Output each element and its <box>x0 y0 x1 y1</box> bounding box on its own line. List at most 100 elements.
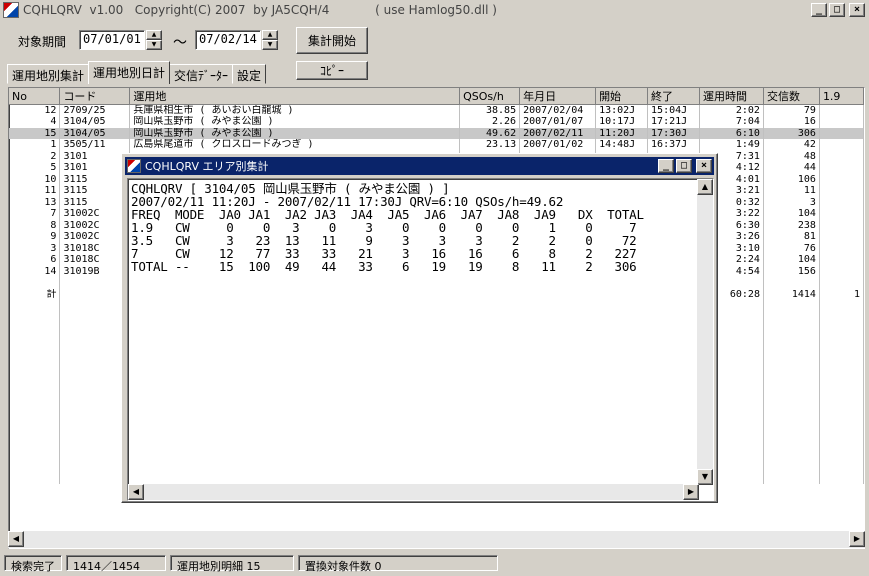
cell-b19 <box>819 139 864 151</box>
cell-count: 306 <box>763 127 820 139</box>
popup-horizontal-scrollbar[interactable]: ◀ ▶ <box>128 484 699 500</box>
status-state: 検索完了 <box>4 555 62 573</box>
maximize-icon[interactable]: □ <box>676 159 692 173</box>
tab-settings[interactable]: 設定 <box>232 64 267 84</box>
grid-horizontal-scrollbar[interactable]: ◀ ▶ <box>8 531 865 548</box>
cell-qsoh: 38.85 <box>459 104 521 116</box>
cell-code: 3115 <box>59 185 131 197</box>
col-count[interactable]: 交信数 <box>763 88 820 105</box>
run-button[interactable]: 集計開始 <box>296 27 368 54</box>
cell-place: 兵庫県相生市 ( あいおい白龍城 ) <box>129 104 461 116</box>
spin-up-icon[interactable]: ▲ <box>262 30 278 40</box>
popup-window-controls: _ □ × <box>658 159 712 173</box>
cell-no: 8 <box>9 219 61 231</box>
cell-qsoh: 23.13 <box>459 139 521 151</box>
popup-text: CQHLQRV [ 3104/05 岡山県玉野市 ( みやま公園 ) ] 200… <box>128 179 713 273</box>
scroll-right-icon[interactable]: ▶ <box>849 531 865 547</box>
cell-code: 3101 <box>59 150 131 162</box>
col-place[interactable]: 運用地 <box>129 88 461 105</box>
popup-vertical-scrollbar[interactable]: ▲ ▼ <box>697 179 713 485</box>
cell-code: 31002C <box>59 208 131 220</box>
cell-end: 15:04J <box>647 104 700 116</box>
cell-no: 12 <box>9 104 61 116</box>
cell-no: 2 <box>9 150 61 162</box>
spin-up-icon[interactable]: ▲ <box>146 30 162 40</box>
cell-no: 13 <box>9 196 61 208</box>
col-no[interactable]: No <box>9 88 61 105</box>
total-label: 計 <box>9 288 61 300</box>
close-icon[interactable]: × <box>849 3 865 17</box>
spin-down-icon[interactable]: ▼ <box>262 40 278 50</box>
cell-b19 <box>819 185 864 197</box>
status-bar: 検索完了 1414／1454 運用地別明細 15 置換対象件数 0 <box>0 553 869 573</box>
cell-date: 2007/02/11 <box>519 127 597 139</box>
minimize-icon[interactable]: _ <box>658 159 674 173</box>
table-row[interactable]: 15 3104/05 岡山県玉野市 ( みやま公園 ) 49.62 2007/02/11… <box>9 127 864 139</box>
cell-count: 76 <box>763 242 820 254</box>
cell-code: 3104/05 <box>59 127 131 139</box>
cell-no: 10 <box>9 173 61 185</box>
scroll-up-icon[interactable]: ▲ <box>697 179 713 195</box>
spin-down-icon[interactable]: ▼ <box>146 40 162 50</box>
app-icon <box>3 2 19 18</box>
date-to-input[interactable]: 07/02/14 <box>195 30 261 50</box>
status-replace-count: 置換対象件数 0 <box>298 555 498 573</box>
table-row[interactable]: 12 2709/25 兵庫県相生市 ( あいおい白龍城 ) 38.85 2007/02/… <box>9 104 864 116</box>
cell-date: 2007/02/04 <box>519 104 597 116</box>
copy-button[interactable]: ｺﾋﾟｰ <box>296 61 368 80</box>
col-qsoh[interactable]: QSOs/h <box>459 88 521 105</box>
date-to-spinner[interactable]: ▲ ▼ <box>262 30 278 50</box>
cell-b19 <box>819 162 864 174</box>
cell-qsoh: 49.62 <box>459 127 521 139</box>
title-bar: CQHLQRV v1.00 Copyright(C) 2007 by JA5CQ… <box>0 0 869 20</box>
cell-time: 2:02 <box>699 104 764 116</box>
cell-no: 1 <box>9 139 61 151</box>
scroll-left-icon[interactable]: ◀ <box>128 484 144 500</box>
cell-b19 <box>819 196 864 208</box>
col-start[interactable]: 開始 <box>595 88 649 105</box>
col-code[interactable]: コード <box>59 88 131 105</box>
cell-code: 31018C <box>59 242 131 254</box>
total-band-19: 1 <box>819 288 864 300</box>
cell-no: 11 <box>9 185 61 197</box>
col-end[interactable]: 終了 <box>647 88 700 105</box>
col-date[interactable]: 年月日 <box>519 88 597 105</box>
tab-qso-data[interactable]: 交信ﾃﾞｰﾀｰ <box>169 64 234 84</box>
col-time[interactable]: 運用時間 <box>699 88 764 105</box>
scroll-right-icon[interactable]: ▶ <box>683 484 699 500</box>
cell-count: 16 <box>763 116 820 128</box>
cell-no: 7 <box>9 208 61 220</box>
popup-text-area[interactable]: CQHLQRV [ 3104/05 岡山県玉野市 ( みやま公園 ) ] 200… <box>127 178 714 501</box>
cell-end: 17:21J <box>647 116 700 128</box>
scroll-down-icon[interactable]: ▼ <box>697 469 713 485</box>
cell-no: 14 <box>9 265 61 277</box>
summary-line: TOTAL -- 15 100 49 44 33 6 19 19 8 11 2 … <box>131 259 637 274</box>
col-band-19[interactable]: 1.9 <box>819 88 864 105</box>
cell-end: 17:30J <box>647 127 700 139</box>
table-row[interactable]: 4 3104/05 岡山県玉野市 ( みやま公園 ) 2.26 2007/01/07 10… <box>9 116 864 128</box>
area-summary-window[interactable]: CQHLQRV エリア別集計 _ □ × CQHLQRV [ 3104/05 岡… <box>121 153 718 503</box>
cell-no: 5 <box>9 162 61 174</box>
window-controls: _ □ × <box>811 3 865 17</box>
cell-place: 岡山県玉野市 ( みやま公園 ) <box>129 116 461 128</box>
scroll-track[interactable] <box>24 531 849 548</box>
cell-count: 104 <box>763 208 820 220</box>
cell-b19 <box>819 219 864 231</box>
cell-b19 <box>819 104 864 116</box>
cell-count: 3 <box>763 196 820 208</box>
scroll-left-icon[interactable]: ◀ <box>8 531 24 547</box>
close-icon[interactable]: × <box>696 159 712 173</box>
date-from-input[interactable]: 07/01/01 <box>79 30 145 50</box>
maximize-icon[interactable]: □ <box>829 3 845 17</box>
table-header: No コード 運用地 QSOs/h 年月日 開始 終了 運用時間 交信数 1.9 <box>9 88 864 105</box>
popup-title-bar[interactable]: CQHLQRV エリア別集計 _ □ × <box>125 157 714 175</box>
tab-site-daily[interactable]: 運用地別日計 <box>88 61 171 84</box>
table-row[interactable]: 1 3505/11 広島県尾道市 ( クロスロードみつぎ ) 23.13 2007/01… <box>9 139 864 151</box>
cell-no: 3 <box>9 242 61 254</box>
cell-place: 広島県尾道市 ( クロスロードみつぎ ) <box>129 139 461 151</box>
tab-site-summary[interactable]: 運用地別集計 <box>7 64 90 84</box>
cell-no: 6 <box>9 254 61 266</box>
window-title: CQHLQRV v1.00 Copyright(C) 2007 by JA5CQ… <box>23 3 497 17</box>
minimize-icon[interactable]: _ <box>811 3 827 17</box>
date-from-spinner[interactable]: ▲ ▼ <box>146 30 162 50</box>
